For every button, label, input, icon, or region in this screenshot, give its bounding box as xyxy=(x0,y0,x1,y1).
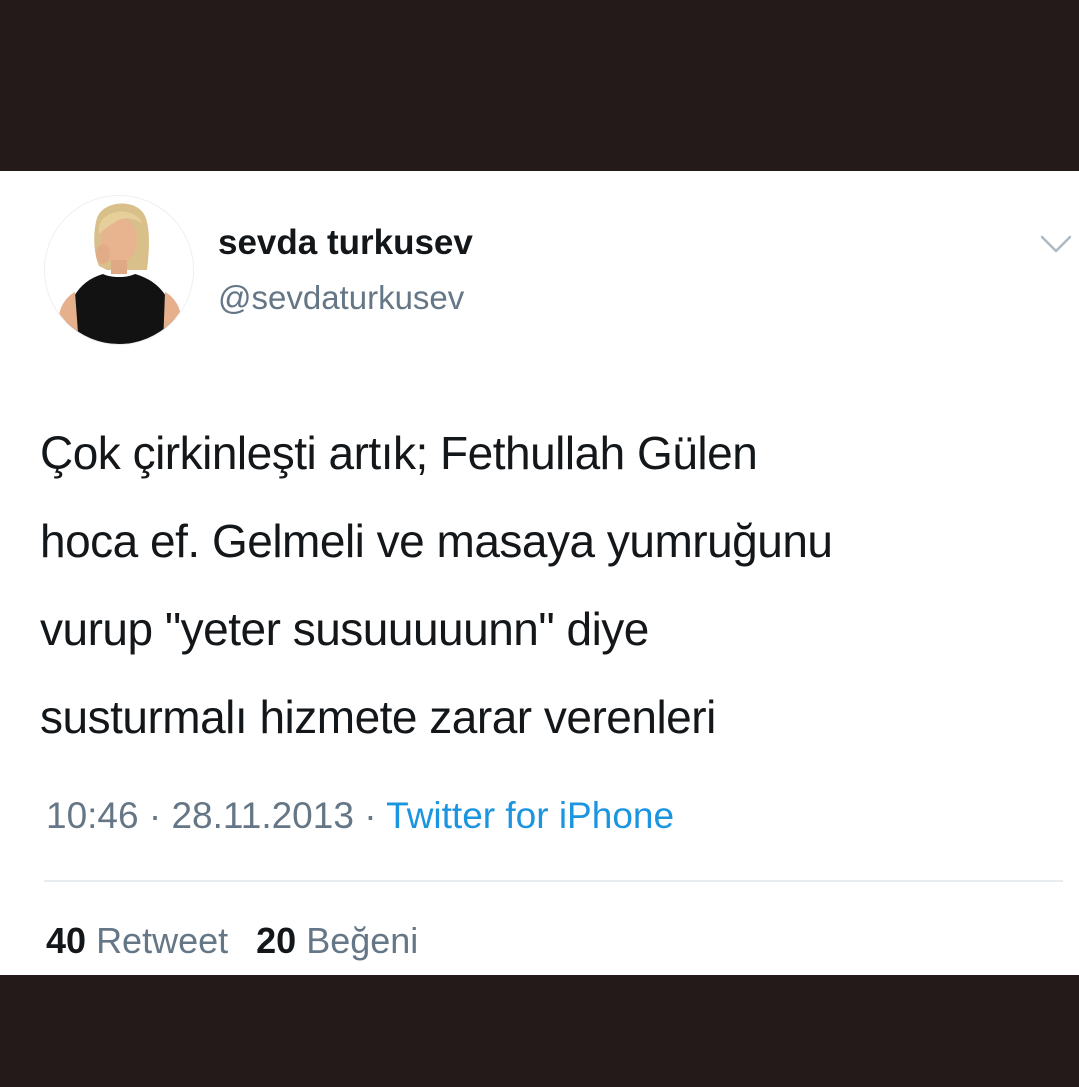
user-handle[interactable]: @sevdaturkusev xyxy=(218,277,464,319)
meta-separator: · xyxy=(353,795,387,836)
display-name[interactable]: sevda turkusev xyxy=(218,221,473,265)
tweet-text: Çok çirkinleşti artık; Fethullah Gülen h… xyxy=(40,427,833,743)
retweet-label: Retweet xyxy=(96,920,229,961)
tweet-source-link[interactable]: Twitter for iPhone xyxy=(386,795,674,836)
tweet-card: sevda turkusev @sevdaturkusev Çok çirkin… xyxy=(0,171,1079,975)
tweet-date[interactable]: 28.11.2013 xyxy=(171,795,353,836)
retweet-count: 40 xyxy=(46,920,87,961)
divider xyxy=(44,880,1063,882)
retweet-stat[interactable]: 40 Retweet xyxy=(46,920,228,961)
bottom-dark-band xyxy=(0,975,1079,1087)
like-stat[interactable]: 20 Beğeni xyxy=(256,920,418,961)
profile-photo-icon xyxy=(45,196,193,344)
meta-separator: · xyxy=(138,795,172,836)
tweet-stats: 40 Retweet 20 Beğeni xyxy=(46,919,418,963)
like-count: 20 xyxy=(256,920,297,961)
chevron-down-icon[interactable] xyxy=(1036,229,1076,259)
tweet-meta: 10:46 · 28.11.2013 · Twitter for iPhone xyxy=(46,793,674,839)
tweet-time[interactable]: 10:46 xyxy=(46,795,139,836)
avatar[interactable] xyxy=(44,195,194,345)
like-label: Beğeni xyxy=(306,920,419,961)
top-dark-band xyxy=(0,0,1079,171)
